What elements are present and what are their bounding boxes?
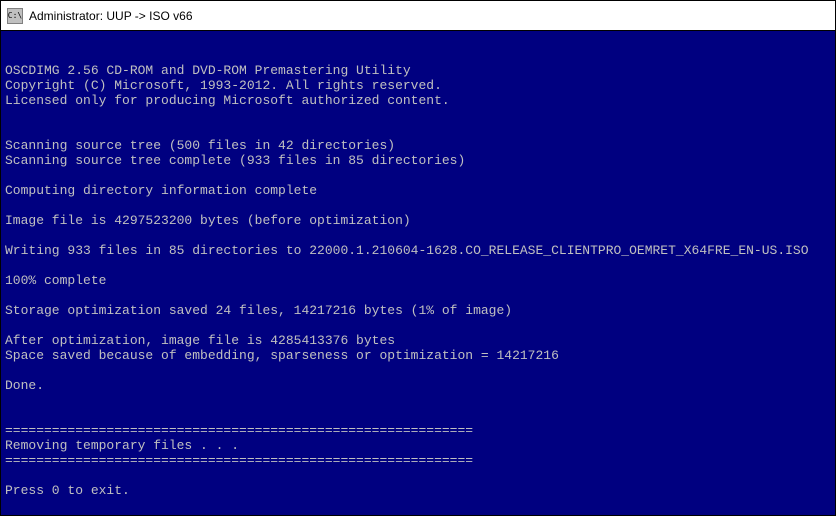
terminal-line: Removing temporary files . . .	[5, 438, 831, 453]
terminal-line	[5, 408, 831, 423]
terminal-line	[5, 108, 831, 123]
terminal-line	[5, 393, 831, 408]
window-title: Administrator: UUP -> ISO v66	[29, 9, 193, 23]
terminal-line	[5, 198, 831, 213]
terminal-line: Press 0 to exit.	[5, 483, 831, 498]
terminal-line: Done.	[5, 378, 831, 393]
window-titlebar[interactable]: C:\ Administrator: UUP -> ISO v66	[1, 1, 835, 31]
terminal-line: Space saved because of embedding, sparse…	[5, 348, 831, 363]
terminal-line: Storage optimization saved 24 files, 142…	[5, 303, 831, 318]
terminal-line	[5, 288, 831, 303]
terminal-line	[5, 318, 831, 333]
terminal-line	[5, 468, 831, 483]
terminal-line: After optimization, image file is 428541…	[5, 333, 831, 348]
terminal-line: Computing directory information complete	[5, 183, 831, 198]
terminal-line: Licensed only for producing Microsoft au…	[5, 93, 831, 108]
terminal-line: Scanning source tree (500 files in 42 di…	[5, 138, 831, 153]
terminal-line	[5, 228, 831, 243]
terminal-line	[5, 363, 831, 378]
terminal-line: 100% complete	[5, 273, 831, 288]
terminal-line: Writing 933 files in 85 directories to 2…	[5, 243, 831, 258]
terminal-line: Image file is 4297523200 bytes (before o…	[5, 213, 831, 228]
cmd-icon: C:\	[7, 8, 23, 24]
terminal-line: OSCDIMG 2.56 CD-ROM and DVD-ROM Premaste…	[5, 63, 831, 78]
terminal-line: Scanning source tree complete (933 files…	[5, 153, 831, 168]
terminal-line: Copyright (C) Microsoft, 1993-2012. All …	[5, 78, 831, 93]
terminal-output[interactable]: OSCDIMG 2.56 CD-ROM and DVD-ROM Premaste…	[1, 31, 835, 515]
terminal-line: ========================================…	[5, 423, 831, 438]
terminal-line: ========================================…	[5, 453, 831, 468]
terminal-line	[5, 168, 831, 183]
terminal-line	[5, 258, 831, 273]
terminal-line	[5, 123, 831, 138]
cmd-icon-label: C:\	[8, 11, 22, 20]
